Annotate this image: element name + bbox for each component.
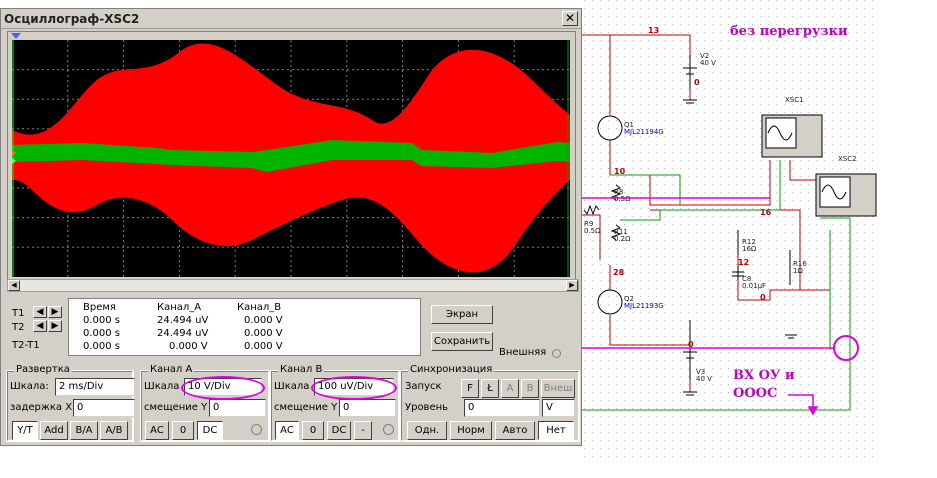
channel-b-offset-field[interactable]: 0 <box>339 399 396 417</box>
trigger-title: Синхронизация <box>408 364 495 375</box>
horizontal-scrollbar[interactable]: ◀ ▶ <box>7 279 579 292</box>
t2-right-arrow-icon[interactable]: ▶ <box>48 320 62 332</box>
mode-yt-button[interactable]: Y/T <box>12 421 38 440</box>
note-line-2: ОООС <box>733 386 778 401</box>
channel-b-scale-label: Шкала <box>274 381 310 392</box>
save-button[interactable]: Сохранить <box>431 332 493 351</box>
channel-b-scale-highlight <box>311 376 397 400</box>
net-label: 12 <box>738 258 750 267</box>
channel-b-ac-button[interactable]: AC <box>275 421 299 440</box>
scroll-right-icon[interactable]: ▶ <box>566 280 578 291</box>
channel-b-zero-button[interactable]: 0 <box>302 421 324 440</box>
external-trigger-terminal[interactable] <box>552 349 561 358</box>
r9-value: 0.5Ω <box>584 227 601 235</box>
scroll-left-icon[interactable]: ◀ <box>8 280 20 291</box>
header-channel-a: Канал_A <box>157 302 202 313</box>
trigger-level-field[interactable]: 0 <box>464 399 540 417</box>
channel-a-offset-field[interactable]: 0 <box>209 399 266 417</box>
note-line-1: ВХ ОУ и <box>733 368 795 383</box>
delta-channel-a: 0.000 V <box>169 341 208 352</box>
t2-channel-a: 24.494 uV <box>157 328 209 339</box>
xsc1-label: XSC1 <box>785 96 804 104</box>
trigger-normal-button[interactable]: Норм <box>450 421 492 440</box>
channel-a-dc-button[interactable]: DC <box>197 421 223 440</box>
t1-left-arrow-icon[interactable]: ◀ <box>33 306 47 318</box>
trigger-auto-button[interactable]: Авто <box>495 421 535 440</box>
net-label: 0 <box>760 293 766 302</box>
r8-value: 0.5Ω <box>614 195 631 203</box>
t2-left-arrow-icon[interactable]: ◀ <box>33 320 47 332</box>
title-bar[interactable]: Осциллограф-XSC2 ✕ <box>1 9 581 29</box>
v3-value: 40 V <box>696 375 712 383</box>
header-channel-b: Канал_B <box>237 302 282 313</box>
oscilloscope-screen[interactable] <box>12 40 570 277</box>
r11-value: 0.2Ω <box>614 235 631 243</box>
trigger-single-button[interactable]: Одн. <box>407 421 447 440</box>
trigger-rising-edge-button[interactable]: F <box>461 379 479 398</box>
channel-b-dc-button[interactable]: DC <box>327 421 351 440</box>
channel-b-offset-label: смещение Y <box>274 402 338 413</box>
x-delay-label: задержка X <box>10 402 73 413</box>
channel-a-scale-label: Шкала <box>144 381 180 392</box>
net-label: 0 <box>688 340 694 349</box>
channel-a-scale-highlight <box>181 376 265 400</box>
r12-value: 16Ω <box>742 245 757 253</box>
net-label: 10 <box>614 167 626 176</box>
net-label: 0 <box>694 78 700 87</box>
t1-channel-a: 24.494 uV <box>157 315 209 326</box>
t1-right-arrow-icon[interactable]: ▶ <box>48 306 62 318</box>
x-delay-field[interactable]: 0 <box>73 399 135 417</box>
mode-ba-button[interactable]: B/A <box>70 421 98 440</box>
header-time: Время <box>83 302 116 313</box>
timebase-scale-label: Шкала: <box>10 381 49 392</box>
channel-a-ac-button[interactable]: AC <box>145 421 169 440</box>
channel-b-invert-button[interactable]: - <box>354 421 372 440</box>
r16-value: 1Ω <box>793 267 803 275</box>
oscilloscope-window: Осциллограф-XSC2 ✕ ◀ ▶ T1 ◀ ▶ T2 ◀ ▶ T2-… <box>0 8 582 446</box>
xsc2-label: XSC2 <box>838 155 857 163</box>
t1-label: T1 <box>12 308 25 319</box>
trigger-none-button[interactable]: Нет <box>538 421 574 440</box>
channel-a-terminal-icon[interactable] <box>251 424 262 435</box>
timebase-scale-field[interactable]: 2 ms/Div <box>55 378 135 396</box>
window-title: Осциллограф-XSC2 <box>4 12 140 26</box>
net-label: 28 <box>613 268 625 277</box>
trigger-source-a-button[interactable]: A <box>501 379 519 398</box>
channel-a-zero-button[interactable]: 0 <box>172 421 194 440</box>
net-label: 16 <box>760 208 772 217</box>
t2-t1-label: T2-T1 <box>12 340 40 351</box>
note-input-feedback: ВХ ОУ и ОООС <box>733 367 795 403</box>
channel-b-title: Канал В <box>278 364 325 375</box>
net-label: 13 <box>648 26 660 35</box>
delta-channel-b: 0.000 V <box>244 341 283 352</box>
c8-value: 0.01µF <box>742 282 767 290</box>
mode-add-button[interactable]: Add <box>40 421 68 440</box>
trigger-level-label: Уровень <box>405 402 449 413</box>
v2-value: 40 V <box>700 59 716 67</box>
channel-b-terminal-icon[interactable] <box>383 424 394 435</box>
q2-model: MJL21193G <box>624 302 664 310</box>
delta-time: 0.000 s <box>83 341 121 352</box>
timebase-title: Развертка <box>14 364 72 375</box>
note-no-overload: без перегрузки <box>730 24 848 39</box>
t1-time: 0.000 s <box>83 315 121 326</box>
q1-model: MJL21194G <box>624 128 664 136</box>
close-button[interactable]: ✕ <box>562 11 578 26</box>
t1-channel-b: 0.000 V <box>244 315 283 326</box>
t2-channel-b: 0.000 V <box>244 328 283 339</box>
trigger-level-unit[interactable]: V <box>542 399 575 417</box>
trigger-edge-label: Запуск <box>405 381 442 392</box>
t2-label: T2 <box>12 322 25 333</box>
channel-a-title: Канал А <box>148 364 195 375</box>
t2-time: 0.000 s <box>83 328 121 339</box>
trigger-falling-edge-button[interactable]: Ł <box>481 379 499 398</box>
trigger-source-b-button[interactable]: B <box>521 379 539 398</box>
screen-button[interactable]: Экран <box>431 305 493 324</box>
mode-ab-button[interactable]: A/B <box>100 421 128 440</box>
trigger-source-ext-button[interactable]: Внеш <box>541 379 575 398</box>
measurement-readout: Время Канал_A Канал_B 0.000 s 24.494 uV … <box>68 298 421 356</box>
external-label: Внешняя <box>499 347 547 358</box>
channel-a-offset-label: смещение Y <box>144 402 208 413</box>
